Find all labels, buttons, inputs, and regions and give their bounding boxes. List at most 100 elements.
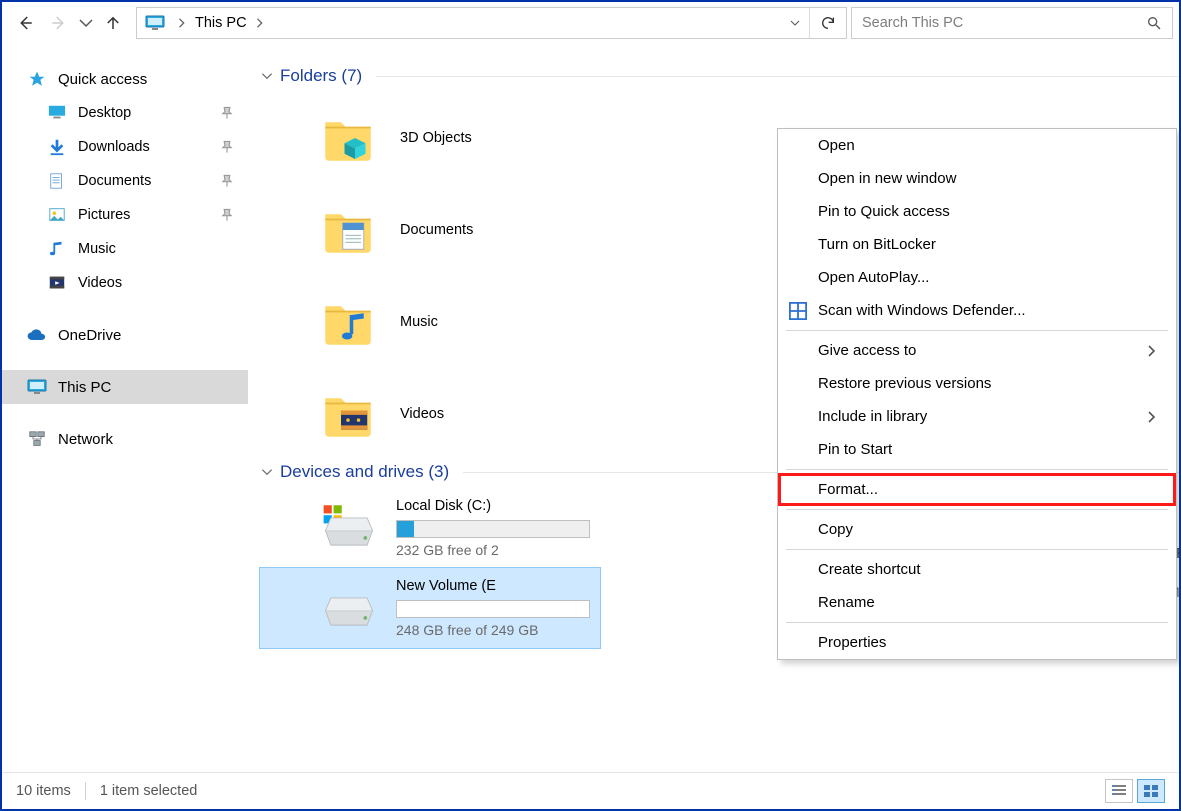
- menu-item-label: Pin to Start: [818, 441, 892, 458]
- recent-locations-button[interactable]: [76, 6, 96, 40]
- breadcrumb-this-pc[interactable]: This PC: [191, 15, 251, 31]
- menu-item[interactable]: Create shortcut: [778, 553, 1176, 586]
- content-pane: Folders (7) 3D Objects Documents Music V…: [248, 44, 1179, 773]
- nav-item-pictures[interactable]: Pictures: [2, 198, 248, 232]
- search-input[interactable]: Search This PC: [851, 7, 1173, 39]
- folder-label: 3D Objects: [400, 130, 472, 146]
- nav-label: OneDrive: [58, 327, 121, 344]
- nav-item-downloads[interactable]: Downloads: [2, 130, 248, 164]
- navigation-pane: Quick access Desktop Downloads Documents…: [2, 44, 248, 773]
- status-item-count: 10 items: [16, 783, 71, 799]
- chevron-right-icon[interactable]: [173, 18, 191, 28]
- menu-item[interactable]: Scan with Windows Defender...: [778, 294, 1176, 327]
- nav-quick-access[interactable]: Quick access: [2, 62, 248, 96]
- group-title: Devices and drives (3): [280, 462, 449, 482]
- folder-item-videos[interactable]: Videos: [260, 368, 530, 460]
- chevron-right-icon: [1146, 411, 1158, 423]
- menu-item-label: Rename: [818, 594, 875, 611]
- forward-button[interactable]: [42, 6, 76, 40]
- defender-icon: [788, 302, 808, 320]
- this-pc-icon: [145, 15, 165, 31]
- view-large-icons-button[interactable]: [1137, 779, 1165, 803]
- menu-item-label: Format...: [818, 481, 878, 498]
- chevron-right-icon[interactable]: [251, 18, 269, 28]
- folder-item-3d[interactable]: 3D Objects: [260, 92, 530, 184]
- pictures-icon: [46, 206, 68, 224]
- pin-icon: [220, 174, 234, 188]
- desktop-icon: [46, 104, 68, 122]
- onedrive-icon: [26, 328, 48, 342]
- nav-item-music[interactable]: Music: [2, 232, 248, 266]
- menu-item-label: Create shortcut: [818, 561, 921, 578]
- status-selection: 1 item selected: [100, 783, 198, 799]
- nav-label: Downloads: [78, 139, 150, 155]
- downloads-icon: [46, 138, 68, 156]
- view-details-button[interactable]: [1105, 779, 1133, 803]
- drive-label: Local Disk (C:): [396, 498, 590, 514]
- folder-label: Documents: [400, 222, 473, 238]
- refresh-button[interactable]: [809, 8, 846, 38]
- menu-item-label: Turn on BitLocker: [818, 236, 936, 253]
- nav-label: Music: [78, 241, 116, 257]
- documents-icon: [46, 172, 68, 190]
- nav-label: Documents: [78, 173, 151, 189]
- nav-label: Network: [58, 431, 113, 448]
- menu-item[interactable]: Properties: [778, 626, 1176, 659]
- up-button[interactable]: [96, 6, 130, 40]
- nav-item-videos[interactable]: Videos: [2, 266, 248, 300]
- chevron-down-icon: [260, 465, 274, 479]
- group-header-folders[interactable]: Folders (7): [260, 66, 1179, 86]
- menu-item[interactable]: Rename: [778, 586, 1176, 619]
- menu-item[interactable]: Pin to Quick access: [778, 195, 1176, 228]
- nav-onedrive[interactable]: OneDrive: [2, 318, 248, 352]
- menu-item[interactable]: Copy: [778, 513, 1176, 546]
- nav-item-documents[interactable]: Documents: [2, 164, 248, 198]
- nav-item-desktop[interactable]: Desktop: [2, 96, 248, 130]
- menu-item-label: Pin to Quick access: [818, 203, 950, 220]
- menu-item[interactable]: Give access to: [778, 334, 1176, 367]
- menu-item[interactable]: Open: [778, 129, 1176, 162]
- nav-this-pc[interactable]: This PC: [2, 370, 248, 404]
- menu-item-label: Give access to: [818, 342, 916, 359]
- nav-label: This PC: [58, 379, 111, 396]
- pin-icon: [220, 106, 234, 120]
- chevron-down-icon: [260, 69, 274, 83]
- drive-capacity-bar: [396, 520, 590, 538]
- folder-item-music[interactable]: Music: [260, 276, 530, 368]
- search-icon: [1146, 15, 1162, 31]
- address-dropdown-button[interactable]: [781, 17, 809, 29]
- menu-item-label: Include in library: [818, 408, 927, 425]
- back-button[interactable]: [8, 6, 42, 40]
- pin-icon: [220, 208, 234, 222]
- folder-item-documents[interactable]: Documents: [260, 184, 530, 276]
- menu-item-label: Open: [818, 137, 855, 154]
- context-menu: Open Open in new window Pin to Quick acces…: [777, 128, 1177, 660]
- quick-access-icon: [26, 70, 48, 88]
- drive-label: New Volume (E: [396, 578, 590, 594]
- menu-item[interactable]: Open AutoPlay...: [778, 261, 1176, 294]
- menu-item[interactable]: Turn on BitLocker: [778, 228, 1176, 261]
- menu-item[interactable]: Open in new window: [778, 162, 1176, 195]
- folder-icon: [320, 202, 376, 258]
- nav-label: Pictures: [78, 207, 130, 223]
- address-box[interactable]: This PC: [136, 7, 847, 39]
- nav-network[interactable]: Network: [2, 422, 248, 456]
- drive-item[interactable]: New Volume (E 248 GB free of 249 GB: [260, 568, 600, 648]
- menu-item[interactable]: Pin to Start: [778, 433, 1176, 466]
- drive-item[interactable]: Local Disk (C:) 232 GB free of 2: [260, 488, 600, 568]
- status-bar: 10 items 1 item selected: [2, 772, 1179, 809]
- menu-item-label: Properties: [818, 634, 886, 651]
- nav-label: Videos: [78, 275, 122, 291]
- music-icon: [46, 240, 68, 258]
- menu-item[interactable]: Restore previous versions: [778, 367, 1176, 400]
- menu-item[interactable]: Format...: [778, 473, 1176, 506]
- menu-item-label: Restore previous versions: [818, 375, 991, 392]
- address-bar: This PC Search This PC: [2, 2, 1179, 44]
- folder-icon: [320, 294, 376, 350]
- folder-icon: [320, 386, 376, 442]
- folder-label: Music: [400, 314, 438, 330]
- group-title: Folders (7): [280, 66, 362, 86]
- menu-item[interactable]: Include in library: [778, 400, 1176, 433]
- videos-icon: [46, 274, 68, 292]
- pin-icon: [220, 140, 234, 154]
